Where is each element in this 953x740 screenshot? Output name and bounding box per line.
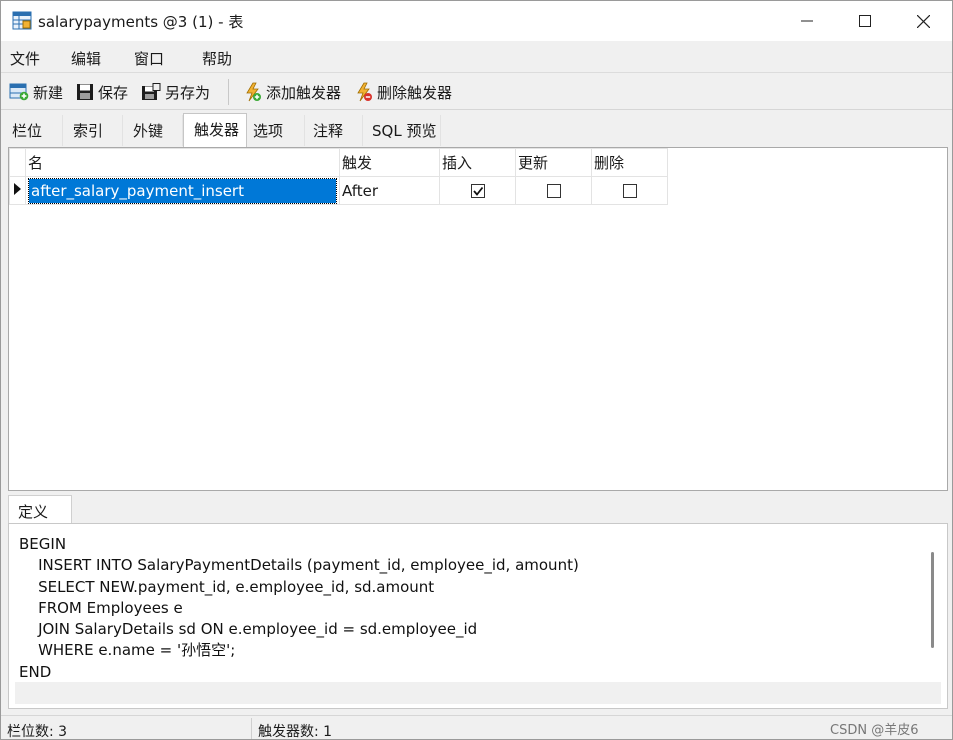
row-indicator[interactable] — [9, 176, 26, 205]
title-bar: salarypayments @3 (1) - 表 — [1, 1, 952, 41]
update-checkbox[interactable] — [546, 183, 561, 198]
tab-options[interactable]: 选项 — [247, 115, 305, 146]
save-as-button[interactable]: 另存为 — [141, 81, 210, 103]
trigger-name-value[interactable]: after_salary_payment_insert — [28, 177, 337, 204]
delete-trigger-button[interactable]: 删除触发器 — [355, 81, 452, 103]
save-label: 保存 — [98, 83, 129, 102]
trigger-update-cell[interactable] — [515, 176, 592, 205]
trigger-body-code[interactable]: BEGIN INSERT INTO SalaryPaymentDetails (… — [19, 534, 579, 683]
toolbar: 新建 保存 另存为 添加触发器 删除触发器 — [1, 74, 952, 110]
menu-help[interactable]: 帮助 — [202, 48, 232, 69]
close-icon — [916, 14, 930, 28]
save-as-icon — [142, 83, 161, 100]
column-header-delete[interactable]: 删除 — [591, 148, 668, 177]
field-count-status: 栏位数: 3 — [7, 724, 68, 740]
insert-checkbox[interactable] — [470, 183, 485, 198]
status-divider — [251, 718, 252, 739]
table-designer-window: salarypayments @3 (1) - 表 文件 编辑 窗口 帮助 新建… — [0, 0, 953, 740]
vertical-scroll-thumb[interactable] — [931, 552, 934, 648]
maximize-button[interactable] — [835, 1, 895, 41]
delete-trigger-label: 删除触发器 — [377, 83, 453, 102]
row-header-corner — [9, 148, 26, 177]
designer-tabs: 栏位 索引 外键 触发器 选项 注释 SQL 预览 — [1, 111, 952, 147]
status-bar: 栏位数: 3 触发器数: 1 CSDN @羊皮6 — [1, 715, 952, 740]
tab-sql-preview[interactable]: SQL 预览 — [363, 115, 441, 146]
toolbar-separator — [228, 79, 229, 105]
column-header-name[interactable]: 名 — [25, 148, 340, 177]
delete-checkbox[interactable] — [622, 183, 637, 198]
table-icon — [12, 11, 32, 30]
definition-editor[interactable]: BEGIN INSERT INTO SalaryPaymentDetails (… — [8, 523, 948, 709]
watermark: CSDN @羊皮6 — [830, 723, 919, 738]
table-row[interactable]: after_salary_payment_insert After — [9, 176, 668, 205]
tab-fields[interactable]: 栏位 — [1, 115, 63, 146]
trigger-count-status: 触发器数: 1 — [258, 724, 333, 740]
tab-triggers[interactable]: 触发器 — [183, 113, 247, 147]
save-as-label: 另存为 — [165, 83, 211, 102]
menu-window[interactable]: 窗口 — [134, 48, 164, 69]
trigger-insert-cell[interactable] — [439, 176, 516, 205]
new-button[interactable]: 新建 — [9, 81, 63, 103]
delete-trigger-icon — [357, 82, 372, 102]
column-header-timing[interactable]: 触发 — [339, 148, 440, 177]
tab-comments[interactable]: 注释 — [305, 115, 363, 146]
trigger-grid: 名 触发 插入 更新 删除 after_salary_payment_inser… — [9, 148, 668, 205]
close-button[interactable] — [893, 1, 952, 41]
vertical-scrollbar[interactable] — [921, 532, 945, 682]
add-trigger-label: 添加触发器 — [266, 83, 342, 102]
window-title: salarypayments @3 (1) - 表 — [38, 13, 244, 31]
column-header-update[interactable]: 更新 — [515, 148, 592, 177]
menu-file[interactable]: 文件 — [10, 48, 40, 69]
new-label: 新建 — [33, 83, 64, 102]
menu-edit[interactable]: 编辑 — [71, 48, 101, 69]
grid-header-row: 名 触发 插入 更新 删除 — [9, 148, 668, 177]
save-icon — [77, 84, 93, 100]
new-table-icon — [9, 83, 29, 101]
menu-bar: 文件 编辑 窗口 帮助 — [1, 41, 952, 73]
add-trigger-icon — [246, 82, 261, 102]
current-row-arrow-icon — [14, 182, 21, 195]
tab-indexes[interactable]: 索引 — [63, 115, 123, 146]
trigger-timing-cell[interactable]: After — [339, 176, 440, 205]
trigger-grid-pane: 名 触发 插入 更新 删除 after_salary_payment_inser… — [8, 147, 948, 491]
checkmark-icon — [472, 186, 483, 196]
definition-tabs: 定义 — [8, 493, 948, 525]
maximize-icon — [859, 15, 871, 27]
trigger-name-cell[interactable]: after_salary_payment_insert — [25, 176, 340, 205]
minimize-button[interactable] — [777, 1, 837, 41]
minimize-icon — [801, 20, 813, 22]
tab-foreign-keys[interactable]: 外键 — [123, 115, 183, 146]
add-trigger-button[interactable]: 添加触发器 — [244, 81, 341, 103]
trigger-delete-cell[interactable] — [591, 176, 668, 205]
horizontal-scrollbar[interactable] — [15, 682, 941, 704]
tab-definition[interactable]: 定义 — [8, 495, 72, 525]
save-button[interactable]: 保存 — [76, 81, 128, 103]
column-header-insert[interactable]: 插入 — [439, 148, 516, 177]
